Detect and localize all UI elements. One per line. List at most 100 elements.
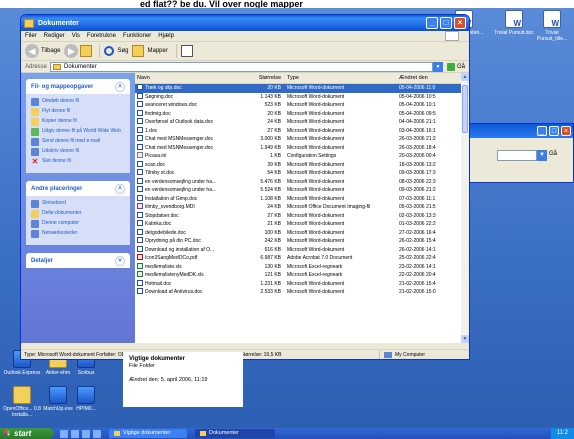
file-row[interactable]: 1.doc 27 KB Microsoft Word-dokument 03-04-2… — [135, 126, 469, 136]
file-tasks-header[interactable]: Fil- og mappeopgaver ˄ — [26, 79, 130, 94]
desktop-icon[interactable]: HPIM0... — [64, 386, 108, 412]
file-row[interactable]: Installation af Gimp.doc 1.108 KB Microsof… — [135, 194, 469, 204]
column-name[interactable]: Navn — [135, 73, 247, 83]
search-icon[interactable] — [104, 46, 115, 56]
file-row[interactable]: Overførsel af Outlook data.doc 24 KB Micro… — [135, 118, 469, 127]
details-title: Detaljer — [31, 257, 54, 264]
file-row[interactable]: medlemslistenyMedDK.xls 121 KB Microsoft E… — [135, 271, 469, 280]
file-type: Microsoft Office Document Imaging-fil — [287, 204, 371, 210]
task-link[interactable]: Udgiv denne fil på World Wide Web — [31, 128, 125, 136]
word-file-icon — [137, 143, 143, 150]
maximize-button[interactable]: □ — [440, 17, 452, 29]
back-arrow-icon[interactable]: ◀ — [25, 44, 39, 58]
quick-launch-icon[interactable] — [71, 429, 79, 438]
file-row[interactable]: en verdensomsejling under ha... 5.524 KB M… — [135, 186, 469, 195]
start-button[interactable]: start — [0, 428, 54, 439]
scroll-up-icon[interactable]: ▲ — [461, 73, 469, 81]
file-row[interactable]: Icon3SangMedOCo.pdf 6.987 KB Adobe Acrobat… — [135, 254, 469, 263]
scroll-down-icon[interactable]: ▼ — [461, 335, 469, 343]
task-link-label: Skrivebord — [42, 200, 66, 206]
task-link[interactable]: Denne computer — [31, 220, 125, 228]
file-name: Søgning.doc — [145, 93, 174, 100]
column-date[interactable]: Ændret den — [397, 73, 461, 83]
task-icon — [31, 200, 39, 208]
task-link[interactable]: Skrivebord — [31, 200, 125, 208]
close-button[interactable]: × — [454, 17, 466, 29]
file-row[interactable]: Søgning.doc 1.143 KB Microsoft Word-dokume… — [135, 92, 469, 102]
quick-launch-icon[interactable] — [82, 429, 90, 438]
column-size[interactable]: Størrelse — [247, 73, 285, 83]
menu-edit[interactable]: Rediger — [44, 33, 65, 39]
file-row[interactable]: Katinka.doc 21 KB Microsoft Word-dokument 0… — [135, 220, 469, 229]
quick-launch-icon[interactable] — [93, 429, 101, 438]
background-window[interactable]: _ □ × ▼ Gå — [468, 123, 574, 183]
menu-help[interactable]: Hjælp — [158, 33, 174, 39]
task-link[interactable]: Omdøb denne fil — [31, 98, 125, 106]
file-row[interactable]: Picasa.ini 1 KB Configuration Settings 20-0… — [135, 152, 469, 161]
file-row[interactable]: en verdensomsejling under ha... 5.476 KB M… — [135, 177, 469, 187]
forward-arrow-icon[interactable]: ▶ — [64, 44, 79, 58]
task-link[interactable]: Udskriv denne fil — [31, 148, 125, 156]
vertical-scrollbar[interactable]: ▲ ▼ — [461, 73, 469, 343]
task-link[interactable]: Delte dokumenter — [31, 210, 125, 218]
chevron-down-icon[interactable]: ˅ — [115, 255, 125, 266]
file-row[interactable]: Oprydning på din PC.doc 242 KB Microsoft W… — [135, 237, 469, 246]
word-file-icon — [137, 288, 143, 294]
close-icon[interactable]: × — [561, 126, 571, 136]
minimize-button[interactable]: _ — [426, 17, 438, 29]
taskbar-button-dokumenter[interactable]: Dokumenter — [195, 429, 275, 438]
column-type[interactable]: Type — [285, 73, 397, 83]
file-row[interactable]: Stopdatoer.doc 27 KB Microsoft Word-dokume… — [135, 211, 469, 221]
quick-launch-icon[interactable] — [60, 429, 68, 438]
file-size: 5.476 KB — [260, 178, 281, 185]
desktop-icon[interactable]: Trivial Pursuit_tilte... — [530, 10, 574, 42]
menu-view[interactable]: Vis — [72, 33, 80, 39]
file-row[interactable]: tilmby_svendborg.MDI 24 KB Microsoft Offic… — [135, 203, 469, 212]
menu-favorites[interactable]: Foretrukne — [87, 33, 116, 39]
task-link[interactable]: Flyt denne fil — [31, 108, 125, 116]
chevron-up-icon[interactable]: ˄ — [115, 81, 125, 92]
taskbar-button-vigtige-dokumenter[interactable]: Vigtige dokumenter — [109, 429, 187, 438]
go-button[interactable]: Gå — [446, 62, 465, 71]
menu-file[interactable]: Filer — [25, 33, 37, 39]
address-input[interactable]: Dokumenter — [50, 61, 433, 72]
window-titlebar[interactable]: Dokumenter _ □ × — [21, 15, 469, 31]
menu-tools[interactable]: Funktioner — [123, 33, 151, 39]
file-row[interactable]: Download og installation af O... 616 KB Mi… — [135, 245, 469, 255]
views-icon[interactable] — [180, 45, 193, 57]
file-row[interactable]: Download af Antivirus.doc 2.533 KB Microso… — [135, 288, 469, 297]
file-row[interactable]: findmig.doc 20 KB Microsoft Word-dokument 0… — [135, 109, 469, 119]
background-go-button[interactable]: Gå — [549, 151, 557, 157]
background-address-input[interactable] — [497, 150, 537, 161]
other-places-panel: Andre placeringer ˄ Skrivebord Delte doku… — [26, 181, 130, 245]
file-row[interactable]: Træk og slip.doc 20 KB Microsoft Word-doku… — [135, 84, 469, 93]
folder-up-icon[interactable] — [80, 45, 93, 57]
back-button[interactable]: Tilbage — [41, 48, 60, 54]
file-row[interactable]: Hotmail.doc 1.231 KB Microsoft Word-dokume… — [135, 279, 469, 289]
file-row[interactable]: medlemsliste.xls 130 KB Microsoft Excel-re… — [135, 262, 469, 272]
maximize-icon[interactable]: □ — [549, 126, 559, 136]
task-link[interactable]: ✕ Slet denne fil — [31, 158, 125, 166]
task-link[interactable]: Kopier denne fil — [31, 118, 125, 126]
file-row[interactable]: detgodebilede.doc 100 KB Microsoft Word-do… — [135, 228, 469, 238]
file-name-cell: findmig.doc — [135, 109, 247, 119]
chevron-down-icon[interactable]: ▼ — [432, 61, 443, 72]
file-row[interactable]: scan.doc 39 KB Microsoft Word-dokument 18-0… — [135, 160, 469, 170]
task-link[interactable]: Send denne fil med e-mail — [31, 138, 125, 146]
file-row[interactable]: Chat med MSNMessenger.doc 3.000 KB Microso… — [135, 135, 469, 144]
folders-button[interactable]: Mapper — [147, 48, 167, 54]
minimize-icon[interactable]: _ — [537, 126, 547, 136]
file-size: 54 KB — [267, 170, 281, 176]
folders-icon[interactable] — [132, 45, 145, 57]
chevron-down-icon[interactable]: ▼ — [537, 150, 547, 161]
task-link[interactable]: Netværkssteder — [31, 230, 125, 238]
chevron-up-icon[interactable]: ˄ — [115, 183, 125, 194]
file-row[interactable]: Chat med MSNMessenger.doc 1.949 KB Microso… — [135, 143, 469, 153]
file-row[interactable]: Tilmby st.doc 54 KB Microsoft Word-dokumen… — [135, 169, 469, 178]
other-places-header[interactable]: Andre placeringer ˄ — [26, 181, 130, 196]
file-row[interactable]: avanceret windows.doc 523 KB Microsoft Wor… — [135, 101, 469, 110]
scroll-thumb[interactable] — [462, 85, 468, 133]
details-header[interactable]: Detaljer ˅ — [26, 253, 130, 268]
address-value: Dokumenter — [64, 63, 97, 70]
search-button[interactable]: Søg — [117, 48, 128, 54]
